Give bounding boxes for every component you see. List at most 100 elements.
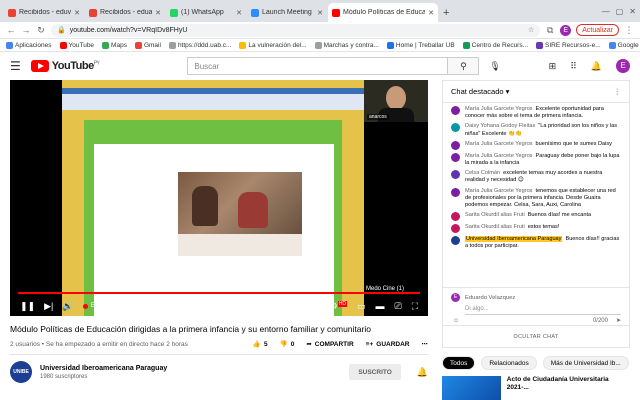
save-button[interactable]: ≡+ GUARDAR (366, 341, 410, 348)
tab-close-icon[interactable]: ✕ (317, 9, 323, 17)
star-icon[interactable]: ☆ (528, 26, 534, 34)
bookmark-item[interactable]: Maps (102, 41, 127, 49)
chat-message: María Julia Garcete Yegros Excelente opor… (451, 106, 621, 120)
bookmark-label: Home | Treballar UB (395, 41, 455, 49)
tab-favicon-icon (170, 8, 178, 17)
live-indicator[interactable]: EN DIRECTO (82, 303, 127, 309)
youtube-logo[interactable]: YouTubePY (30, 60, 100, 72)
share-button[interactable]: ➦ COMPARTIR (306, 340, 353, 349)
filter-chip[interactable]: Más de Universidad Ib... (542, 356, 629, 370)
next-icon[interactable]: ▶| (44, 301, 53, 312)
cast-icon[interactable]: ⎚ (394, 301, 401, 312)
profile-avatar[interactable]: E (560, 24, 572, 36)
theater-mode-icon[interactable]: ▬ (375, 301, 384, 311)
browser-tab[interactable]: Módulo Políticas de Educació✕ (328, 3, 438, 22)
bookmark-label: Google Académico (617, 41, 640, 49)
bookmark-item[interactable]: https://ddd.uab.c... (168, 41, 231, 49)
bookmark-item[interactable]: La vulneración del... (239, 41, 307, 49)
tab-label: (1) WhatsApp (181, 9, 224, 16)
bookmark-item[interactable]: Google Académico (608, 41, 640, 49)
bookmark-item[interactable]: Centro de Recurs... (462, 41, 528, 49)
chat-author-name[interactable]: Universidad Iberoamericana Paraguay (465, 236, 563, 243)
volume-icon[interactable]: 🔊 (62, 301, 73, 312)
chat-author-avatar (451, 187, 460, 197)
bookmark-favicon-icon (239, 41, 247, 49)
bookmark-item[interactable]: YouTube (59, 41, 94, 49)
chat-author-name[interactable]: Sarita Okurdil alias Fruti (465, 212, 525, 218)
microphone-icon[interactable]: 🎙 (489, 61, 500, 72)
chat-author-name[interactable]: Daisy Yohana Godoy Fleitas (465, 123, 535, 129)
close-window-icon[interactable]: ✕ (629, 7, 636, 16)
browser-tab[interactable]: Recibidos - eduardo.velazque...✕ (85, 3, 165, 22)
recommended-video[interactable]: Acto de Ciudadanía Universitaria 2021-..… (442, 376, 630, 400)
search-input[interactable]: Buscar (187, 57, 448, 75)
account-avatar[interactable]: E (616, 59, 630, 73)
miniplayer-icon[interactable]: ▭ (357, 301, 366, 312)
chat-author-name[interactable]: María Julia Garcete Yegros (465, 188, 532, 194)
chat-author-name[interactable]: Celsa Colmán (465, 170, 500, 176)
recommended-title[interactable]: Acto de Ciudadanía Universitaria 2021-..… (507, 376, 630, 400)
bookmark-item[interactable]: SIRE Recursos-e... (536, 41, 601, 49)
tab-close-icon[interactable]: ✕ (155, 9, 161, 17)
chat-author-name[interactable]: María Julia Garcete Yegros (465, 106, 532, 112)
chat-header: Chat destacado ▾ ⋮ (443, 81, 629, 103)
omnibox[interactable]: 🔒 youtube.com/watch?v=VRqIDv8FHyU ☆ (51, 23, 541, 37)
new-tab-button[interactable]: + (439, 7, 455, 22)
minimize-icon[interactable]: — (602, 7, 610, 16)
tab-close-icon[interactable]: ✕ (236, 9, 242, 17)
search-button[interactable]: ⚲ (447, 57, 480, 75)
hamburger-menu-icon[interactable]: ☰ (10, 59, 21, 73)
channel-avatar[interactable]: UNIBE (10, 361, 32, 383)
notifications-bell-icon[interactable]: 🔔 (591, 61, 602, 72)
subscriber-count: 1980 suscriptores (40, 373, 88, 380)
create-video-icon[interactable]: ⊞ (549, 61, 557, 72)
channel-bell-icon[interactable]: 🔔 (417, 367, 428, 378)
channel-name[interactable]: Universidad Iberoamericana Paraguay (40, 365, 167, 372)
tab-close-icon[interactable]: ✕ (428, 9, 434, 17)
filter-chip[interactable]: Relacionados (481, 356, 537, 370)
bookmark-item[interactable]: Marchas y contra... (314, 41, 379, 49)
chat-message-input[interactable]: Di algo... (465, 306, 621, 315)
browser-menu-icon[interactable]: ⋮ (624, 25, 634, 36)
bookmark-item[interactable]: Aplicaciones (6, 41, 52, 49)
settings-gear-icon[interactable]: ⚙HD (330, 300, 347, 312)
pause-icon[interactable]: ❚❚ (20, 301, 35, 312)
browser-tab[interactable]: Recibidos - eduvelrom@gmail...✕ (4, 3, 84, 22)
fullscreen-icon[interactable]: ⛶ (412, 301, 418, 312)
more-options-icon[interactable]: ⋯ (422, 340, 429, 348)
dislike-button[interactable]: 👎 0 (280, 340, 295, 349)
recommended-thumbnail[interactable] (442, 376, 501, 400)
filter-chip[interactable]: Todos (442, 356, 476, 370)
tab-label: Launch Meeting - Zoom (262, 9, 314, 16)
chat-author-avatar (451, 106, 460, 115)
chat-author-name[interactable]: María Julia Garcete Yegros (465, 141, 532, 147)
chat-input-user: E Eduardo Velazquez (451, 293, 621, 302)
emoji-icon[interactable]: ☺ (453, 318, 459, 324)
subtitles-icon[interactable]: ⧈ (314, 301, 320, 312)
chat-mode-dropdown[interactable]: Chat destacado ▾ (451, 87, 509, 96)
tab-favicon-icon (89, 8, 97, 17)
forward-icon[interactable]: → (21, 25, 31, 35)
hide-chat-button[interactable]: OCULTAR CHAT (443, 325, 629, 347)
browser-tab[interactable]: (1) WhatsApp ✕ (166, 3, 246, 22)
video-player[interactable]: anarcos Medo Cine (1) ❚❚ ▶| 🔊 EN DIRECTO… (10, 80, 428, 316)
tab-close-icon[interactable]: ✕ (74, 9, 80, 17)
chat-author-name[interactable]: Sarita Okurdil alias Fruti (465, 224, 525, 230)
subscribe-button[interactable]: SUSCRITO (349, 364, 401, 380)
progress-bar[interactable] (18, 292, 420, 294)
chat-author-name[interactable]: María Julia Garcete Yegros (465, 153, 532, 159)
apps-grid-icon[interactable]: ⠿ (570, 61, 577, 72)
channel-row: UNIBE Universidad Iberoamericana Paragua… (10, 361, 428, 383)
chat-more-icon[interactable]: ⋮ (614, 87, 622, 96)
back-icon[interactable]: ← (6, 25, 16, 35)
like-button[interactable]: 👍 5 (253, 340, 268, 349)
maximize-icon[interactable]: ▢ (616, 7, 624, 16)
reload-icon[interactable]: ↻ (36, 25, 46, 36)
browser-tab[interactable]: Launch Meeting - Zoom✕ (247, 3, 327, 22)
bookmark-item[interactable]: Gmail (134, 41, 161, 49)
bookmark-label: Gmail (143, 41, 161, 49)
bookmark-item[interactable]: Home | Treballar UB (386, 41, 455, 49)
extensions-icon[interactable]: ⧉ (545, 25, 555, 36)
send-icon[interactable]: ➤ (616, 317, 621, 324)
update-button[interactable]: Actualizar (576, 24, 619, 36)
